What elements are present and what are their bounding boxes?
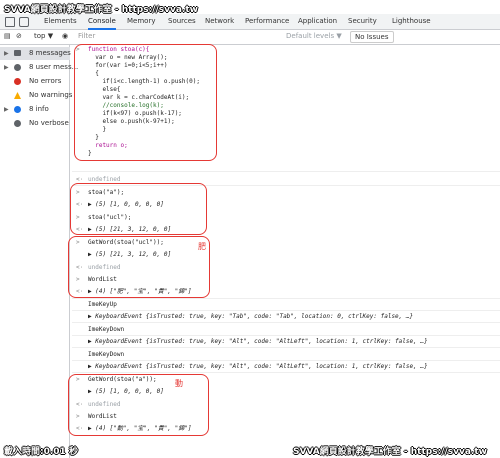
expand-arrow-icon: ▶ [4,106,9,113]
warning-icon [14,92,21,99]
annotation-circle [74,44,217,161]
tab-security[interactable]: Security [348,14,377,30]
sidebar-item-label: 8 user mess... [29,63,79,71]
sidebar-item-label: No warnings [29,91,73,99]
filter-input[interactable]: Filter [78,32,278,43]
tab-memory[interactable]: Memory [127,14,155,30]
sidebar-item-label: 8 messages [29,49,71,57]
tab-sources[interactable]: Sources [168,14,196,30]
console-toolbar: ▤ ⊘ top ▼ ◉ Filter Default levels ▼ No I… [0,30,500,45]
watermark-load-time: 載入時間:0.01 秒 [4,447,78,457]
bug-icon [14,120,21,127]
annotation-circle [68,236,210,298]
tab-elements[interactable]: Elements [44,14,77,30]
context-selector[interactable]: top ▼ [34,32,53,40]
device-toolbar-icon[interactable] [19,17,29,27]
expand-arrow-icon: ▶ [4,64,9,71]
expand-arrow-icon: ▶ [4,50,9,57]
issues-button[interactable]: No Issues [350,31,394,43]
sidebar-item-label: No errors [29,77,62,85]
error-icon [14,78,21,85]
console-sidebar: ▶ 8 messages ▶ 8 user mess... No errors … [0,45,78,458]
sidebar-item-verbose[interactable]: No verbose [0,117,70,130]
watermark-top: SVVA網頁設計教學工作室 - https://svva.tw [4,5,198,15]
sidebar-item-user-messages[interactable]: ▶ 8 user mess... [0,61,78,74]
info-icon [14,106,21,113]
list-icon [14,50,21,56]
sidebar-item-label: 8 info [29,105,49,113]
sidebar-item-warnings[interactable]: No warnings [0,89,73,102]
live-expression-icon[interactable]: ◉ [62,32,68,40]
tab-application[interactable]: Application [298,14,337,30]
tab-performance[interactable]: Performance [245,14,289,30]
sidebar-item-errors[interactable]: No errors [0,75,70,88]
annotation-circle [68,374,209,436]
annotation-circle [70,183,207,235]
sidebar-item-label: No verbose [29,119,69,127]
tab-console[interactable]: Console [88,14,116,30]
tab-network[interactable]: Network [205,14,234,30]
inspect-element-icon[interactable] [5,17,15,27]
watermark-bottom: SVVA網頁設計教學工作室 - https://svva.tw [293,447,487,457]
clear-console-icon[interactable]: ⊘ [16,32,22,40]
user-icon [14,64,21,71]
tab-lighthouse[interactable]: Lighthouse [392,14,431,30]
log-levels-dropdown[interactable]: Default levels ▼ [286,32,342,40]
devtools-tabbar: Elements Console Memory Sources Network … [0,14,500,30]
sidebar-item-messages[interactable]: ▶ 8 messages [0,47,71,60]
console-output[interactable]: > function stoa(c){ var o = new Array(); … [68,44,500,458]
sidebar-item-info[interactable]: ▶ 8 info [0,103,70,116]
sidebar-toggle-icon[interactable]: ▤ [4,32,11,40]
